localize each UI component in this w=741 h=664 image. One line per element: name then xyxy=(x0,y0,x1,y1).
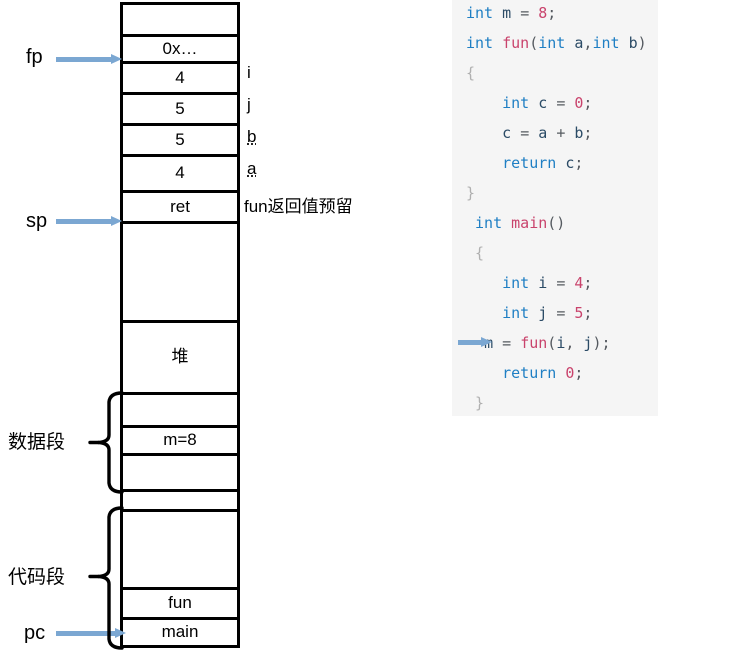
segment-label-data: 数据段 xyxy=(8,432,66,453)
pointer-label-pc: pc xyxy=(24,622,46,644)
side-note-j: j xyxy=(247,95,251,114)
cell-value: 0x… xyxy=(162,38,198,58)
gap-cell xyxy=(120,489,240,509)
side-note-i: i xyxy=(247,63,251,82)
code-panel: int m = 8; int fun(int a,int b) { int c … xyxy=(452,0,658,416)
code-line-13: return 0; xyxy=(502,364,584,382)
segment-label-code: 代码段 xyxy=(8,567,66,588)
code-line-0: int m = 8; xyxy=(466,4,557,22)
stack-cell-b: 5 xyxy=(120,123,240,154)
code-line-4: c = a + b; xyxy=(502,124,593,142)
code-line-9: int i = 4; xyxy=(502,274,593,292)
data-segment-cell-empty-1 xyxy=(120,392,240,425)
data-segment-cell-m: m=8 xyxy=(120,425,240,453)
current-line-arrow-icon xyxy=(458,337,492,348)
code-line-14: } xyxy=(475,394,485,412)
cell-value: fun xyxy=(168,593,192,612)
code-segment-cell-main: main xyxy=(120,617,240,645)
code-line-7: int main() xyxy=(475,214,566,232)
stack-cell-ret: ret xyxy=(120,190,240,221)
side-note-b: b xyxy=(247,127,257,146)
cell-value: 5 xyxy=(175,129,185,149)
code-segment-cell-fun: fun xyxy=(120,587,240,617)
code-line-3: int c = 0; xyxy=(502,94,593,112)
code-line-2: { xyxy=(466,64,476,82)
side-note-fun-return: fun返回值预留 xyxy=(244,197,353,216)
stack-cell-a: 4 xyxy=(120,154,240,190)
cell-value: m=8 xyxy=(163,430,197,449)
pointer-label-fp: fp xyxy=(26,46,43,68)
stack-cell-saved-fp: 0x… xyxy=(120,34,240,61)
code-line-1: int fun(int a,int b) xyxy=(466,34,647,52)
code-line-6: } xyxy=(466,184,476,202)
cell-value: 堆 xyxy=(171,347,189,366)
cell-value: 4 xyxy=(175,67,185,87)
memory-diagram: 0x… 4 5 5 4 ret 堆 m=8 fun main i j b a f… xyxy=(0,0,420,664)
cell-value: main xyxy=(161,622,199,641)
side-note-a: a xyxy=(247,159,257,178)
code-segment-cell-empty xyxy=(120,509,240,587)
cell-value: ret xyxy=(170,196,190,216)
code-line-10: int j = 5; xyxy=(502,304,593,322)
cell-value: 4 xyxy=(175,163,185,182)
data-segment-brace xyxy=(88,391,124,494)
pointer-label-sp: sp xyxy=(26,210,48,232)
cell-value: 5 xyxy=(175,98,185,118)
fp-arrow xyxy=(56,54,122,65)
code-line-8: { xyxy=(475,244,485,262)
stack-cell-empty-top xyxy=(120,2,240,34)
memory-column-bottom-edge xyxy=(120,645,240,648)
code-segment-brace xyxy=(88,506,124,650)
sp-arrow xyxy=(56,216,122,227)
stack-cell-i: 4 xyxy=(120,61,240,92)
data-segment-cell-empty-2 xyxy=(120,453,240,489)
stack-cell-j: 5 xyxy=(120,92,240,123)
code-line-5: return c; xyxy=(502,154,584,172)
heap-cell: 堆 xyxy=(120,320,240,392)
stack-cell-free xyxy=(120,221,240,320)
